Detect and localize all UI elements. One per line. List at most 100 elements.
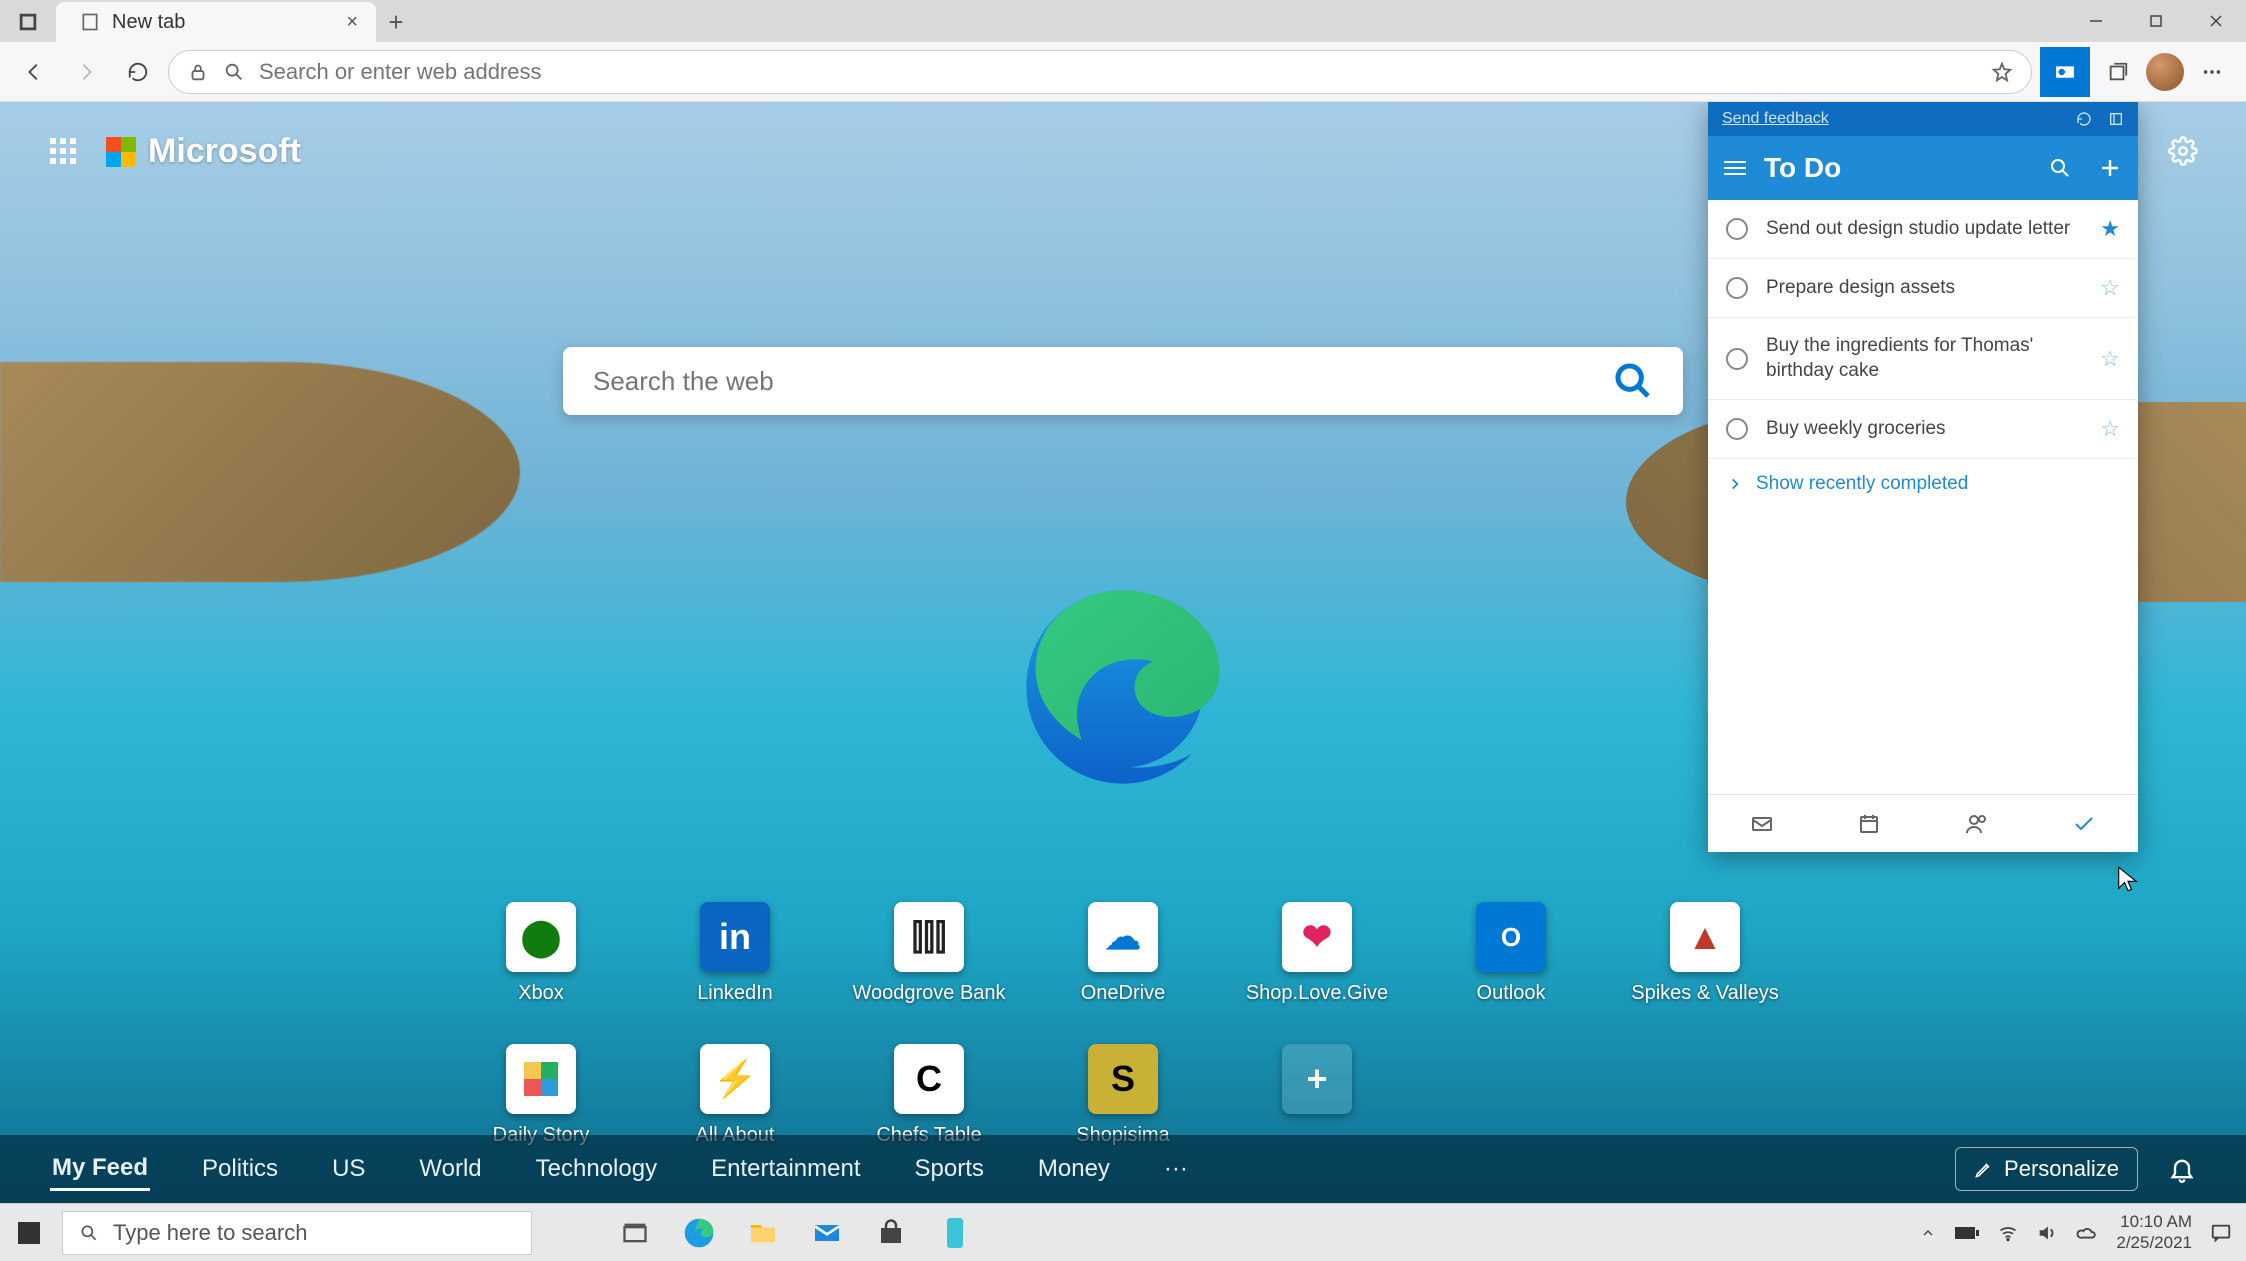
- search-icon: [79, 1223, 99, 1243]
- refresh-icon[interactable]: [2076, 111, 2092, 127]
- microsoft-logo[interactable]: Microsoft: [106, 132, 301, 171]
- task-checkbox[interactable]: [1726, 418, 1748, 440]
- file-explorer-icon[interactable]: [740, 1210, 786, 1256]
- task-view-icon[interactable]: [612, 1210, 658, 1256]
- popout-icon[interactable]: [2108, 111, 2124, 127]
- new-tab-button[interactable]: +: [376, 2, 416, 42]
- window-icon: [8, 2, 48, 42]
- calendar-tab[interactable]: [1816, 795, 1924, 852]
- web-search-bar[interactable]: [563, 347, 1683, 415]
- task-item[interactable]: Send out design studio update letter ★: [1708, 200, 2138, 259]
- windows-taskbar: Type here to search 10:10 AM 2/25/2021: [0, 1203, 2246, 1261]
- tile-onedrive[interactable]: ☁OneDrive: [1028, 902, 1218, 1032]
- app-launcher-icon[interactable]: [50, 138, 78, 166]
- send-feedback-link[interactable]: Send feedback: [1722, 110, 1829, 128]
- address-input[interactable]: [259, 59, 1977, 85]
- menu-button[interactable]: [2190, 50, 2234, 94]
- close-window-button[interactable]: [2186, 0, 2246, 42]
- feed-tab-sports[interactable]: Sports: [913, 1149, 986, 1189]
- mouse-cursor: [2114, 865, 2142, 893]
- system-tray: 10:10 AM 2/25/2021: [1920, 1212, 2246, 1253]
- title-bar: New tab × +: [0, 0, 2246, 42]
- task-item[interactable]: Buy the ingredients for Thomas' birthday…: [1708, 318, 2138, 400]
- search-icon[interactable]: [2048, 156, 2072, 180]
- todo-tab[interactable]: [2031, 795, 2139, 852]
- task-checkbox[interactable]: [1726, 218, 1748, 240]
- browser-toolbar: [0, 42, 2246, 102]
- tile-woodgrove[interactable]: ⫿⫿⫿Woodgrove Bank: [834, 902, 1024, 1032]
- star-icon[interactable]: ☆: [2100, 346, 2120, 372]
- task-list: Send out design studio update letter ★ P…: [1708, 200, 2138, 794]
- mail-taskbar-icon[interactable]: [804, 1210, 850, 1256]
- maximize-button[interactable]: [2126, 0, 2186, 42]
- feed-tab-technology[interactable]: Technology: [534, 1149, 659, 1189]
- edge-taskbar-icon[interactable]: [676, 1210, 722, 1256]
- taskbar-clock[interactable]: 10:10 AM 2/25/2021: [2116, 1212, 2192, 1253]
- edge-logo: [1008, 572, 1238, 802]
- battery-icon[interactable]: [1954, 1225, 1980, 1241]
- taskbar-search[interactable]: Type here to search: [62, 1211, 532, 1255]
- notifications-icon[interactable]: [2168, 1155, 2196, 1183]
- page-icon: [80, 12, 100, 32]
- onedrive-tray-icon[interactable]: [2076, 1222, 2098, 1244]
- back-button[interactable]: [12, 50, 56, 94]
- personalize-button[interactable]: Personalize: [1955, 1147, 2138, 1191]
- feed-tab-world[interactable]: World: [417, 1149, 483, 1189]
- lock-icon: [187, 61, 209, 83]
- feed-tab-more[interactable]: ···: [1162, 1149, 1190, 1189]
- feed-tab-entertainment[interactable]: Entertainment: [709, 1149, 862, 1189]
- feed-tab-myfeed[interactable]: My Feed: [50, 1148, 150, 1191]
- forward-button[interactable]: [64, 50, 108, 94]
- task-item[interactable]: Prepare design assets ☆: [1708, 259, 2138, 318]
- refresh-button[interactable]: [116, 50, 160, 94]
- feed-tab-us[interactable]: US: [330, 1149, 367, 1189]
- outlook-side-panel: Send feedback To Do Send out design stud…: [1708, 102, 2138, 852]
- tile-shoplovegive[interactable]: ❤Shop.Love.Give: [1222, 902, 1412, 1032]
- show-completed-link[interactable]: Show recently completed: [1708, 459, 2138, 509]
- wifi-icon[interactable]: [1998, 1223, 2018, 1243]
- feed-tab-money[interactable]: Money: [1036, 1149, 1112, 1189]
- address-bar[interactable]: [168, 50, 2032, 94]
- background-hill: [0, 362, 520, 582]
- outlook-extension-button[interactable]: [2040, 47, 2090, 97]
- brand-name: Microsoft: [148, 132, 301, 171]
- tray-chevron-icon[interactable]: [1920, 1225, 1936, 1241]
- mail-tab[interactable]: [1708, 795, 1816, 852]
- new-tab-page: Microsoft ⬤Xbox inLinkedIn ⫿⫿⫿Woodgrove …: [0, 102, 2246, 1203]
- feed-tab-politics[interactable]: Politics: [200, 1149, 280, 1189]
- action-center-icon[interactable]: [2210, 1222, 2232, 1244]
- quick-links-grid: ⬤Xbox inLinkedIn ⫿⫿⫿Woodgrove Bank ☁OneD…: [446, 902, 1800, 1174]
- menu-icon[interactable]: [1724, 161, 1746, 175]
- tile-xbox[interactable]: ⬤Xbox: [446, 902, 636, 1032]
- web-search-input[interactable]: [593, 366, 1613, 397]
- store-icon[interactable]: [868, 1210, 914, 1256]
- star-icon[interactable]: ☆: [2100, 275, 2120, 301]
- task-checkbox[interactable]: [1726, 348, 1748, 370]
- chevron-right-icon: [1728, 477, 1742, 491]
- favorite-icon[interactable]: [1991, 61, 2013, 83]
- tile-spikes[interactable]: ▲Spikes & Valleys: [1610, 902, 1800, 1032]
- task-item[interactable]: Buy weekly groceries ☆: [1708, 400, 2138, 459]
- tile-outlook[interactable]: OOutlook: [1416, 902, 1606, 1032]
- feed-tab-bar: My Feed Politics US World Technology Ent…: [0, 1135, 2246, 1203]
- task-checkbox[interactable]: [1726, 277, 1748, 299]
- panel-bottom-nav: [1708, 794, 2138, 852]
- add-task-icon[interactable]: [2098, 156, 2122, 180]
- star-icon[interactable]: ★: [2100, 216, 2120, 242]
- collections-button[interactable]: [2096, 50, 2140, 94]
- close-tab-icon[interactable]: ×: [346, 11, 358, 34]
- search-submit-icon[interactable]: [1613, 361, 1653, 401]
- browser-tab[interactable]: New tab ×: [56, 2, 376, 42]
- profile-avatar[interactable]: [2146, 53, 2184, 91]
- volume-icon[interactable]: [2036, 1222, 2058, 1244]
- window-controls: [2066, 0, 2246, 42]
- minimize-button[interactable]: [2066, 0, 2126, 42]
- star-icon[interactable]: ☆: [2100, 416, 2120, 442]
- start-button[interactable]: [0, 1204, 58, 1261]
- tile-linkedin[interactable]: inLinkedIn: [640, 902, 830, 1032]
- pencil-icon: [1974, 1159, 1994, 1179]
- phone-icon[interactable]: [932, 1210, 978, 1256]
- people-tab[interactable]: [1923, 795, 2031, 852]
- page-settings-button[interactable]: [2168, 136, 2198, 171]
- panel-title: To Do: [1764, 152, 1841, 184]
